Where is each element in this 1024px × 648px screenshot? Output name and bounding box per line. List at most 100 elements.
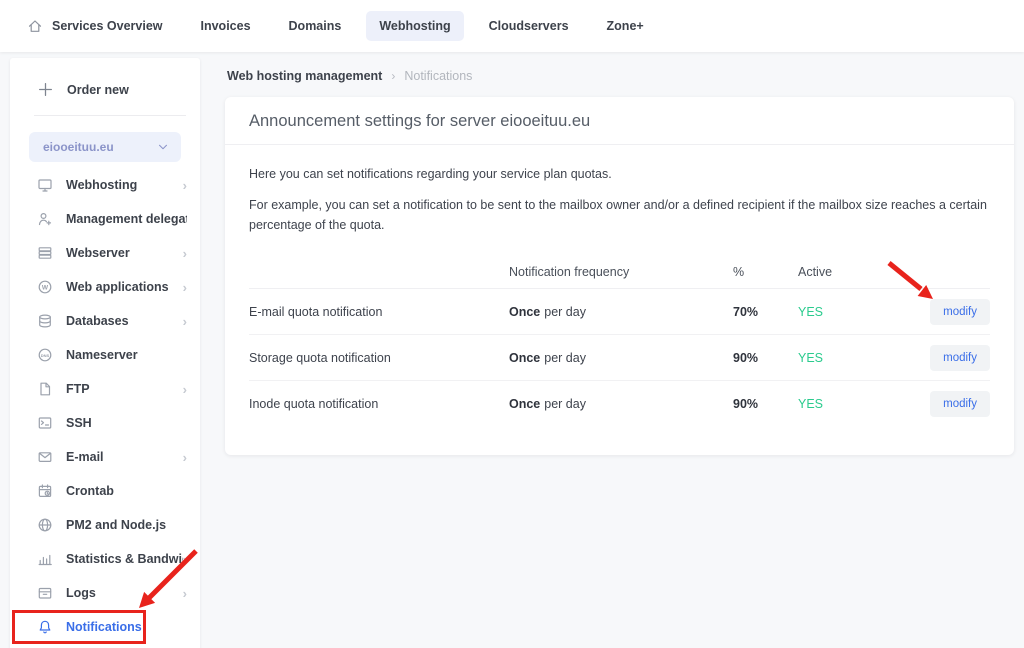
sidebar-item-ftp[interactable]: FTP › <box>10 372 200 406</box>
terminal-icon <box>37 415 53 431</box>
nav-item-label: Cloudservers <box>489 19 569 33</box>
monitor-icon <box>37 177 53 193</box>
nav-item-label: Services Overview <box>52 19 163 33</box>
modify-button[interactable]: modify <box>930 391 990 417</box>
sidebar-item-label: Databases <box>66 314 183 328</box>
top-nav: Services Overview Invoices Domains Webho… <box>0 0 1024 52</box>
database-icon <box>37 313 53 329</box>
sidebar-item-webserver[interactable]: Webserver › <box>10 236 200 270</box>
nav-item-cloudservers[interactable]: Cloudservers <box>476 11 582 41</box>
nav-item-zone[interactable]: Zone+ <box>594 11 657 41</box>
sidebar-menu: Webhosting › Management delegation Webse… <box>10 162 200 644</box>
sidebar-item-pm2-and-node-js[interactable]: PM2 and Node.js <box>10 508 200 542</box>
table-row: Storage quota notification Onceper day 9… <box>249 335 990 381</box>
chevron-right-icon: › <box>183 281 187 294</box>
server-select-value: eiooeituu.eu <box>43 140 114 154</box>
nav-item-label: Invoices <box>201 19 251 33</box>
sidebar-item-e-mail[interactable]: E-mail › <box>10 440 200 474</box>
header-percent: % <box>733 265 798 279</box>
modify-button[interactable]: modify <box>930 345 990 371</box>
chevron-right-icon: › <box>183 587 187 600</box>
home-icon <box>27 18 43 34</box>
table-body: E-mail quota notification Onceper day 70… <box>249 289 990 427</box>
sidebar-item-label: Management delegation <box>66 212 187 226</box>
envelope-icon <box>37 449 53 465</box>
sidebar: Order new eiooeituu.eu Webhosting › Mana… <box>10 58 200 648</box>
page-title: Announcement settings for server eiooeit… <box>249 112 990 131</box>
header-frequency: Notification frequency <box>509 265 733 279</box>
sidebar-item-label: Notifications <box>66 620 187 634</box>
wordpress-icon: W <box>37 279 53 295</box>
breadcrumb-section[interactable]: Web hosting management <box>227 69 382 83</box>
bar-chart-icon <box>37 551 53 567</box>
sidebar-item-notifications[interactable]: Notifications <box>10 610 200 644</box>
breadcrumb: Web hosting management › Notifications <box>227 69 472 83</box>
nav-item-services-overview[interactable]: Services Overview <box>14 10 176 42</box>
dns-icon: DNS <box>37 347 53 363</box>
sidebar-item-label: E-mail <box>66 450 183 464</box>
sidebar-item-management-delegation[interactable]: Management delegation <box>10 202 200 236</box>
nav-item-label: Webhosting <box>379 19 450 33</box>
sidebar-item-label: Logs <box>66 586 183 600</box>
chevron-down-icon <box>156 140 170 154</box>
row-percent: 90% <box>733 351 798 365</box>
table-header-row: Notification frequency % Active <box>249 256 990 289</box>
chevron-right-icon: › <box>183 247 187 260</box>
table-row: Inode quota notification Onceper day 90%… <box>249 381 990 427</box>
svg-text:DNS: DNS <box>41 353 50 358</box>
bell-icon <box>37 619 53 635</box>
sidebar-item-logs[interactable]: Logs › <box>10 576 200 610</box>
sidebar-item-label: Statistics & Bandwidth <box>66 552 183 566</box>
nav-item-webhosting[interactable]: Webhosting <box>366 11 463 41</box>
card-body: Here you can set notifications regarding… <box>225 145 1014 427</box>
sidebar-item-label: Webhosting <box>66 178 183 192</box>
row-active-status: YES <box>798 305 918 319</box>
announcement-settings-card: Announcement settings for server eiooeit… <box>225 97 1014 455</box>
card-header: Announcement settings for server eiooeit… <box>225 97 1014 145</box>
row-frequency: Onceper day <box>509 397 733 411</box>
sidebar-item-databases[interactable]: Databases › <box>10 304 200 338</box>
row-name: E-mail quota notification <box>249 305 509 319</box>
table-row: E-mail quota notification Onceper day 70… <box>249 289 990 335</box>
chevron-right-icon: › <box>183 179 187 192</box>
sidebar-item-crontab[interactable]: Crontab <box>10 474 200 508</box>
nav-item-invoices[interactable]: Invoices <box>188 11 264 41</box>
user-plus-icon <box>37 211 53 227</box>
row-active-status: YES <box>798 351 918 365</box>
archive-icon <box>37 585 53 601</box>
sidebar-item-label: PM2 and Node.js <box>66 518 187 532</box>
globe-icon <box>37 517 53 533</box>
calendar-clock-icon <box>37 483 53 499</box>
sidebar-item-web-applications[interactable]: W Web applications › <box>10 270 200 304</box>
sidebar-item-label: SSH <box>66 416 187 430</box>
modify-button[interactable]: modify <box>930 299 990 325</box>
sidebar-item-ssh[interactable]: SSH <box>10 406 200 440</box>
row-percent: 70% <box>733 305 798 319</box>
sidebar-item-label: Nameserver <box>66 348 187 362</box>
plus-icon <box>37 81 54 98</box>
server-select[interactable]: eiooeituu.eu <box>29 132 181 162</box>
row-frequency: Onceper day <box>509 351 733 365</box>
row-percent: 90% <box>733 397 798 411</box>
nav-item-label: Domains <box>289 19 342 33</box>
sidebar-item-webhosting[interactable]: Webhosting › <box>10 168 200 202</box>
notifications-table: Notification frequency % Active E-mail q… <box>249 256 990 427</box>
breadcrumb-current: Notifications <box>404 69 472 83</box>
order-new-button[interactable]: Order new <box>10 58 200 115</box>
nav-item-domains[interactable]: Domains <box>276 11 355 41</box>
sidebar-item-nameserver[interactable]: DNS Nameserver <box>10 338 200 372</box>
row-frequency: Onceper day <box>509 305 733 319</box>
sidebar-item-label: Crontab <box>66 484 187 498</box>
sidebar-item-label: FTP <box>66 382 183 396</box>
file-icon <box>37 381 53 397</box>
sidebar-item-label: Web applications <box>66 280 183 294</box>
header-active: Active <box>798 265 918 279</box>
chevron-right-icon: › <box>183 451 187 464</box>
svg-text:W: W <box>42 284 49 291</box>
nav-item-label: Zone+ <box>607 19 644 33</box>
chevron-right-icon: › <box>183 553 187 566</box>
row-active-status: YES <box>798 397 918 411</box>
row-name: Storage quota notification <box>249 351 509 365</box>
sidebar-item-statistics-bandwidth[interactable]: Statistics & Bandwidth › <box>10 542 200 576</box>
breadcrumb-separator: › <box>391 69 395 83</box>
